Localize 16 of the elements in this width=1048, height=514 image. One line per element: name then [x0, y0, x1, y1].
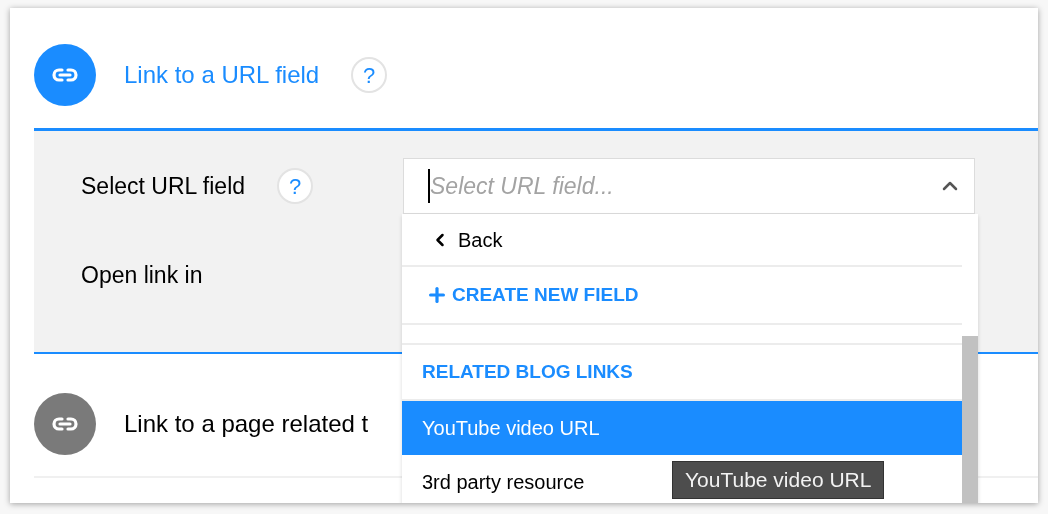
create-field-option[interactable]: CREATE NEW FIELD: [402, 267, 962, 325]
tooltip: YouTube video URL: [672, 461, 885, 499]
scrollbar-thumb[interactable]: [962, 336, 978, 503]
field-label: Select URL field: [81, 171, 246, 201]
field-label: Open link in: [81, 262, 203, 288]
section-title[interactable]: Link to a URL field: [124, 57, 320, 93]
link-icon: [52, 68, 78, 82]
select-placeholder: Select URL field...: [430, 171, 615, 201]
back-option[interactable]: Back: [402, 214, 962, 267]
help-button[interactable]: ?: [277, 168, 314, 204]
url-select-field[interactable]: Select URL field...: [403, 158, 975, 214]
section-title[interactable]: Link to a page related t: [124, 406, 369, 442]
plus-icon: [426, 284, 448, 306]
field-option[interactable]: YouTube video URL: [402, 401, 962, 455]
help-button[interactable]: ?: [351, 57, 388, 93]
link-icon: [52, 417, 78, 431]
